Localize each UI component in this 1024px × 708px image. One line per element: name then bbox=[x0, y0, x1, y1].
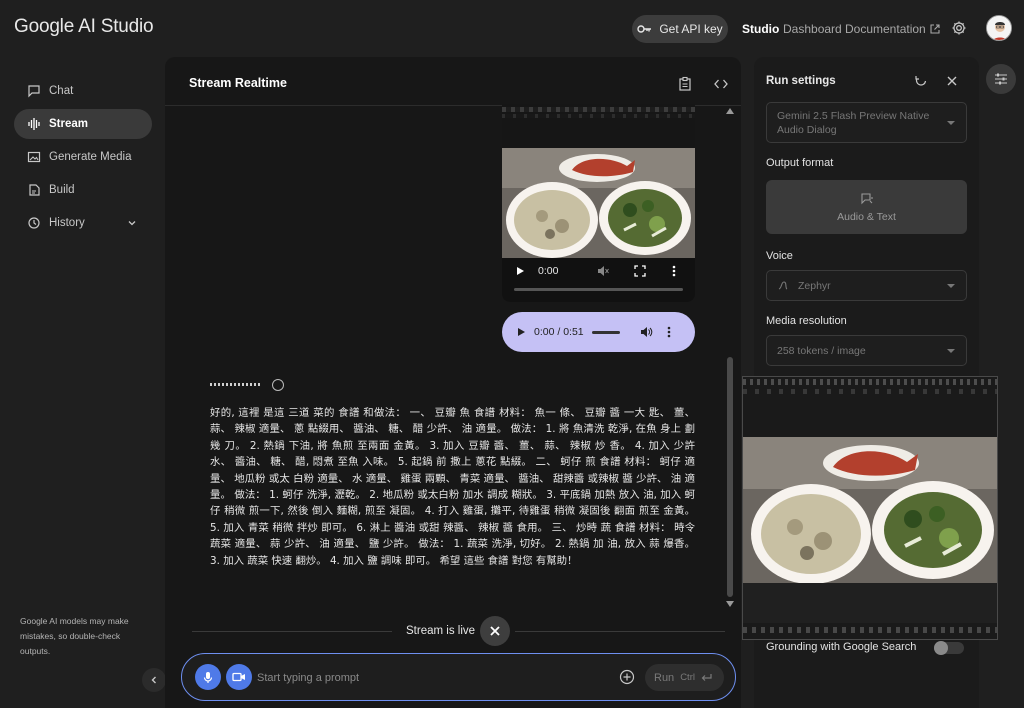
video-progress-bar[interactable] bbox=[514, 288, 683, 291]
grounding-label: Grounding with Google Search bbox=[766, 641, 917, 653]
voice-select-value: Zephyr bbox=[798, 280, 831, 292]
build-icon bbox=[29, 184, 40, 196]
disclaimer-text: Google AI models may make mistakes, so d… bbox=[20, 616, 129, 656]
video-frame-top bbox=[502, 104, 695, 148]
nav-documentation[interactable]: Documentation bbox=[845, 22, 940, 36]
video-player[interactable]: 0:00 bbox=[502, 104, 695, 302]
fullscreen-icon[interactable] bbox=[634, 265, 646, 277]
media-resolution-value: 258 tokens / image bbox=[777, 345, 866, 357]
output-format-value: Audio & Text bbox=[837, 210, 896, 223]
play-icon[interactable] bbox=[516, 327, 526, 337]
reset-icon[interactable] bbox=[914, 74, 928, 88]
volume-muted-icon[interactable] bbox=[597, 265, 609, 277]
media-icon bbox=[27, 151, 41, 163]
run-label: Run bbox=[654, 671, 675, 684]
chevron-down-icon[interactable] bbox=[127, 218, 137, 228]
audio-text-icon bbox=[860, 192, 873, 204]
play-icon[interactable] bbox=[515, 266, 525, 276]
page-title: Stream Realtime bbox=[189, 76, 287, 90]
get-api-key-button[interactable]: Get API key bbox=[632, 15, 728, 43]
food-photo-image bbox=[502, 148, 695, 258]
sidebar-item-generate-media[interactable]: Generate Media bbox=[14, 142, 152, 172]
chevron-left-icon bbox=[151, 676, 156, 684]
nav-documentation-label: Documentation bbox=[845, 22, 926, 36]
model-select-value: Gemini 2.5 Flash Preview Native Audio Di… bbox=[777, 110, 930, 136]
video-controls: 0:00 bbox=[502, 258, 695, 302]
tune-icon bbox=[995, 73, 1007, 85]
voice-wave-icon bbox=[778, 281, 788, 290]
external-link-icon bbox=[930, 24, 940, 34]
output-format-label: Output format bbox=[766, 157, 834, 169]
settings-gear-icon[interactable] bbox=[951, 20, 967, 36]
run-shortcut: Ctrl bbox=[680, 672, 695, 683]
add-circle-icon[interactable] bbox=[619, 669, 635, 685]
camera-preview[interactable] bbox=[742, 376, 998, 640]
sidebar-item-stream[interactable]: Stream bbox=[14, 109, 152, 139]
media-resolution-select[interactable]: 258 tokens / image bbox=[766, 335, 967, 366]
sidebar-item-build[interactable]: Build bbox=[14, 175, 152, 205]
collapse-sidebar-button[interactable] bbox=[142, 668, 166, 692]
get-api-key-label: Get API key bbox=[659, 22, 723, 36]
stop-circle-icon[interactable] bbox=[272, 379, 284, 391]
video-camera-icon bbox=[232, 672, 245, 682]
prompt-input[interactable] bbox=[257, 670, 597, 686]
sidebar-item-chat[interactable]: Chat bbox=[14, 76, 152, 106]
close-icon[interactable] bbox=[946, 75, 958, 87]
volume-icon[interactable] bbox=[640, 326, 653, 338]
nav-dashboard[interactable]: Dashboard bbox=[783, 22, 842, 36]
media-resolution-label: Media resolution bbox=[766, 315, 847, 327]
dropdown-caret-icon bbox=[947, 348, 955, 353]
voice-label: Voice bbox=[766, 250, 793, 262]
live-status-text: Stream is live bbox=[406, 625, 476, 637]
scroll-down-arrow-icon[interactable] bbox=[725, 600, 735, 608]
close-icon bbox=[490, 626, 500, 636]
camera-preview-bottom bbox=[743, 623, 997, 639]
sidebar-item-label: Build bbox=[49, 184, 75, 196]
model-response-text: 好的, 這裡 是這 三道 菜的 食譜 和做法： 一、 豆瓣 魚 食譜 材料： 魚… bbox=[210, 407, 695, 567]
output-format-option[interactable]: Audio & Text bbox=[766, 180, 967, 234]
scrollbar-thumb[interactable] bbox=[727, 357, 733, 597]
more-vert-icon[interactable] bbox=[672, 265, 676, 277]
sidebar-item-history[interactable]: History bbox=[14, 208, 152, 238]
run-button[interactable]: Run Ctrl bbox=[645, 664, 724, 691]
live-divider-right bbox=[515, 631, 725, 632]
audio-progress-bar[interactable] bbox=[591, 330, 620, 334]
camera-button[interactable] bbox=[226, 664, 252, 690]
audio-time: 0:00 / 0:51 bbox=[534, 326, 584, 338]
live-divider-left bbox=[192, 631, 392, 632]
scroll-up-arrow-icon[interactable] bbox=[725, 107, 735, 115]
stream-icon bbox=[28, 118, 40, 130]
microphone-button[interactable] bbox=[195, 664, 221, 690]
food-photo-image bbox=[743, 437, 997, 583]
clipboard-icon[interactable] bbox=[677, 76, 693, 92]
sidebar-item-label: Stream bbox=[49, 118, 88, 130]
sidebar-item-label: History bbox=[49, 217, 85, 229]
chat-icon bbox=[28, 85, 40, 98]
thinking-indicator bbox=[210, 383, 262, 386]
code-icon[interactable] bbox=[713, 76, 729, 92]
grounding-toggle-knob bbox=[934, 641, 948, 655]
camera-preview-top bbox=[743, 377, 997, 437]
dropdown-caret-icon bbox=[947, 283, 955, 288]
stop-stream-button[interactable] bbox=[480, 616, 510, 646]
history-icon bbox=[28, 217, 40, 229]
audio-player[interactable]: 0:00 / 0:51 bbox=[502, 312, 695, 352]
key-icon bbox=[637, 25, 652, 33]
user-avatar[interactable] bbox=[986, 15, 1012, 41]
model-select[interactable]: Gemini 2.5 Flash Preview Native Audio Di… bbox=[766, 102, 967, 143]
run-settings-title: Run settings bbox=[766, 75, 836, 87]
video-time: 0:00 bbox=[538, 265, 559, 277]
voice-select[interactable]: Zephyr bbox=[766, 270, 967, 301]
toggle-run-settings-button[interactable] bbox=[986, 64, 1016, 94]
dropdown-caret-icon bbox=[947, 120, 955, 125]
nav-studio[interactable]: Studio bbox=[742, 22, 779, 36]
sidebar-item-label: Generate Media bbox=[49, 151, 132, 163]
mic-icon bbox=[203, 671, 213, 683]
app-logo[interactable]: Google AI Studio bbox=[14, 16, 154, 38]
enter-key-icon bbox=[701, 674, 712, 681]
more-vert-icon[interactable] bbox=[667, 326, 671, 338]
sidebar-item-label: Chat bbox=[49, 85, 74, 97]
